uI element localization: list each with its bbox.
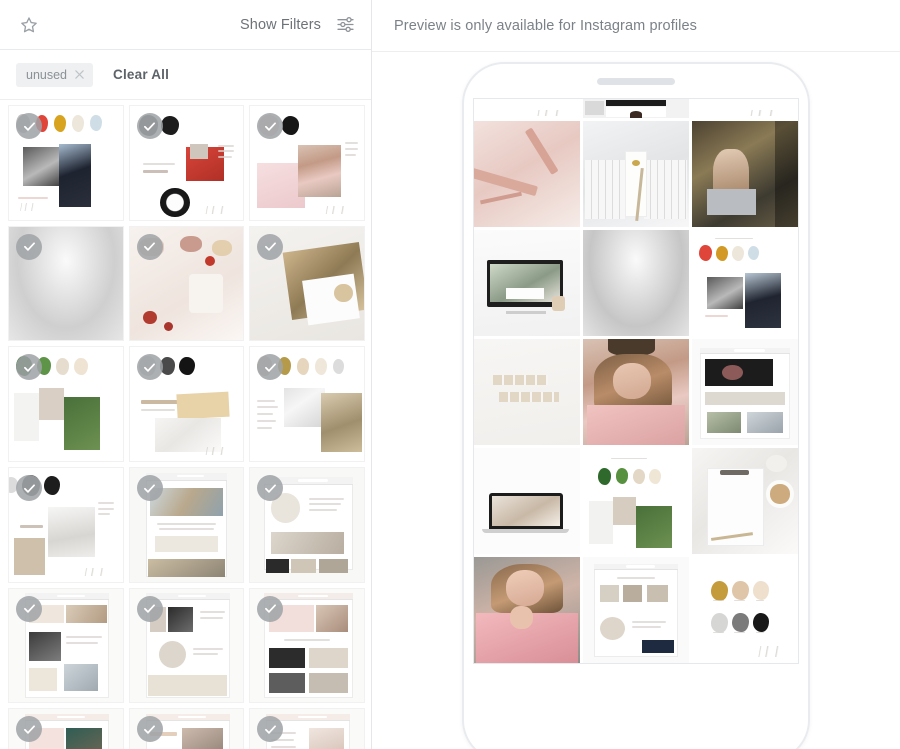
app-root: Show Filters unused Clear All Preview is… bbox=[0, 0, 900, 749]
library-tile[interactable] bbox=[8, 708, 124, 749]
cell-artwork bbox=[583, 448, 689, 555]
star-icon[interactable] bbox=[16, 12, 42, 38]
library-tile[interactable] bbox=[8, 467, 124, 583]
library-toolbar: Show Filters bbox=[0, 0, 371, 50]
preview-panel: Preview is only available for Instagram … bbox=[372, 0, 900, 749]
cell-artwork bbox=[692, 339, 798, 446]
tile-selected-badge[interactable] bbox=[16, 233, 42, 260]
cell-artwork bbox=[692, 121, 798, 228]
preview-cell[interactable] bbox=[474, 99, 580, 119]
preview-cell[interactable] bbox=[583, 339, 689, 446]
library-grid-scroll[interactable] bbox=[0, 100, 371, 749]
tile-selected-badge[interactable] bbox=[257, 595, 284, 622]
library-panel: Show Filters unused Clear All bbox=[0, 0, 372, 749]
preview-cell[interactable] bbox=[583, 99, 689, 119]
active-filters-bar: unused Clear All bbox=[0, 50, 371, 100]
preview-header-text: Preview is only available for Instagram … bbox=[394, 17, 697, 34]
cell-artwork bbox=[583, 557, 689, 664]
cell-artwork bbox=[474, 230, 580, 337]
library-tile[interactable] bbox=[249, 467, 365, 583]
cell-artwork bbox=[474, 99, 580, 119]
cell-artwork bbox=[583, 230, 689, 337]
cell-artwork bbox=[474, 557, 580, 664]
library-tile[interactable] bbox=[128, 708, 245, 749]
preview-cell[interactable] bbox=[692, 339, 798, 446]
library-tile[interactable] bbox=[8, 346, 124, 462]
preview-stage bbox=[372, 52, 900, 749]
library-tile[interactable] bbox=[249, 105, 365, 221]
preview-cell[interactable] bbox=[474, 230, 580, 337]
preview-cell[interactable] bbox=[474, 557, 580, 664]
tile-selected-badge[interactable] bbox=[16, 595, 42, 622]
speaker-grille-icon bbox=[597, 78, 675, 85]
library-grid bbox=[8, 105, 365, 749]
cell-artwork bbox=[583, 99, 689, 119]
tile-selected-badge[interactable] bbox=[136, 113, 163, 139]
preview-cell[interactable] bbox=[583, 448, 689, 555]
cell-artwork bbox=[474, 121, 580, 228]
cell-artwork bbox=[692, 557, 798, 664]
preview-cell[interactable] bbox=[583, 121, 689, 228]
preview-cell[interactable] bbox=[692, 121, 798, 228]
library-tile[interactable] bbox=[249, 587, 365, 704]
preview-cell[interactable] bbox=[692, 557, 798, 664]
preview-cell[interactable] bbox=[692, 448, 798, 555]
library-tile[interactable] bbox=[8, 587, 124, 704]
preview-header: Preview is only available for Instagram … bbox=[372, 0, 900, 52]
phone-mockup bbox=[462, 62, 810, 749]
instagram-preview-grid bbox=[474, 99, 798, 664]
library-tile[interactable] bbox=[128, 467, 245, 583]
cell-artwork bbox=[583, 121, 689, 228]
preview-cell[interactable] bbox=[474, 339, 580, 446]
cell-artwork bbox=[692, 448, 798, 555]
preview-cell[interactable] bbox=[692, 99, 798, 119]
tile-selected-badge[interactable] bbox=[136, 354, 163, 381]
filter-chip-unused[interactable]: unused bbox=[16, 62, 94, 87]
tile-selected-badge[interactable] bbox=[16, 475, 42, 502]
tile-selected-badge[interactable] bbox=[257, 233, 284, 260]
cell-artwork bbox=[474, 339, 580, 446]
preview-cell[interactable] bbox=[692, 230, 798, 337]
preview-cell[interactable] bbox=[583, 230, 689, 337]
cell-artwork bbox=[474, 448, 580, 555]
library-tile[interactable] bbox=[128, 105, 245, 221]
library-tile[interactable] bbox=[128, 587, 245, 704]
library-tile[interactable] bbox=[249, 708, 365, 749]
tile-selected-badge[interactable] bbox=[136, 595, 163, 622]
cell-artwork bbox=[692, 230, 798, 337]
phone-screen[interactable] bbox=[473, 98, 799, 665]
library-tile[interactable] bbox=[249, 346, 365, 462]
preview-cell[interactable] bbox=[474, 448, 580, 555]
cell-artwork bbox=[692, 99, 798, 119]
tile-selected-badge[interactable] bbox=[136, 716, 163, 743]
sliders-icon[interactable] bbox=[333, 13, 357, 37]
tile-selected-badge[interactable] bbox=[16, 113, 42, 139]
close-icon[interactable] bbox=[74, 69, 85, 80]
library-tile[interactable] bbox=[8, 105, 124, 221]
preview-cell[interactable] bbox=[474, 121, 580, 228]
library-tile[interactable] bbox=[249, 225, 365, 342]
cell-artwork bbox=[583, 339, 689, 446]
library-tile[interactable] bbox=[128, 346, 245, 463]
library-tile[interactable] bbox=[128, 225, 245, 342]
tile-selected-badge[interactable] bbox=[136, 475, 163, 502]
clear-all-button[interactable]: Clear All bbox=[113, 67, 169, 82]
preview-cell[interactable] bbox=[583, 557, 689, 664]
show-filters-button[interactable]: Show Filters bbox=[240, 17, 321, 33]
library-tile[interactable] bbox=[8, 225, 124, 342]
filter-chip-label: unused bbox=[26, 67, 68, 82]
tile-selected-badge[interactable] bbox=[136, 233, 163, 260]
